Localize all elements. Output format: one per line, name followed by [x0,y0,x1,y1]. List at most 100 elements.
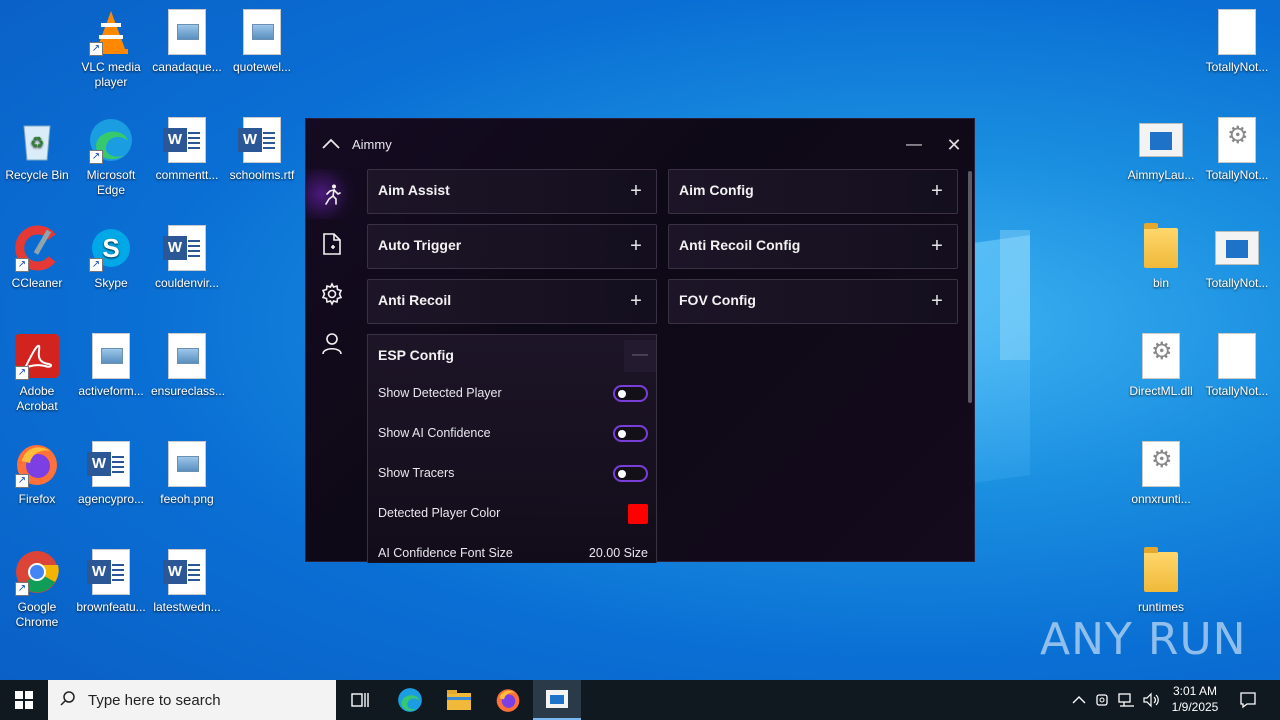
card-auto-trigger[interactable]: Auto Trigger + [367,224,657,269]
meet-now-icon[interactable] [1092,680,1114,720]
desktop-icon-file[interactable]: canadaque... [149,8,225,75]
card-title: ESP Config [378,347,454,363]
collapse-button[interactable]: — [624,340,656,372]
edge-icon [398,688,422,712]
card-aim-config[interactable]: Aim Config + [668,169,958,214]
runner-icon [325,184,341,205]
taskbar: 3:01 AM 1/9/2025 [0,680,1280,720]
card-anti-recoil-config[interactable]: Anti Recoil Config + [668,224,958,269]
desktop-icon-label: Recycle Bin [5,168,69,182]
desktop-icon-label: Google Chrome [15,600,59,629]
windows-logo-icon [15,691,33,709]
wallpaper-light-beam [1000,230,1030,360]
card-anti-recoil[interactable]: Anti Recoil + [367,279,657,324]
taskbar-edge[interactable] [386,680,434,720]
settings-file-icon: ⚙ [1137,440,1185,488]
taskbar-clock[interactable]: 3:01 AM 1/9/2025 [1160,683,1230,715]
desktop-icon-label: commentt... [155,168,219,182]
desktop-icon-label: ensureclass... [151,384,226,398]
svg-text:S: S [102,233,119,263]
firefox-icon [496,689,520,712]
setting-show-ai-confidence: Show AI Confidence [378,423,648,445]
start-button[interactable] [0,680,48,720]
taskbar-firefox[interactable] [484,680,532,720]
toggle-switch[interactable] [613,465,648,482]
aimmy-window: Aimmy — ✕ Aim Assist + Auto Trigger + An… [305,118,975,563]
desktop-icon-file[interactable]: AimmyLau... [1123,116,1199,183]
nav-models-menu[interactable] [306,219,358,269]
color-swatch[interactable] [628,504,648,524]
desktop-icon-edge[interactable]: ↗ Microsoft Edge [73,116,149,198]
taskbar-aimmy[interactable] [533,680,581,720]
close-button[interactable]: ✕ [942,133,966,157]
expand-icon[interactable]: + [626,180,646,202]
desktop-icon-file[interactable]: ⚙ onnxrunti... [1123,440,1199,507]
nav-account-menu[interactable] [306,319,358,369]
search-input[interactable] [88,691,328,709]
desktop-icon-file[interactable]: W agencypro... [73,440,149,507]
chevron-up-icon[interactable] [322,137,340,149]
desktop-icon-label: canadaque... [152,60,222,74]
toggle-switch[interactable] [613,425,648,442]
card-aim-assist[interactable]: Aim Assist + [367,169,657,214]
expand-icon[interactable]: + [626,235,646,257]
desktop-icon-file[interactable]: ensureclass... [149,332,225,399]
card-title: Anti Recoil [378,292,452,308]
desktop-icon-acrobat[interactable]: ↗ Adobe Acrobat [0,332,75,414]
desktop-icon-label: bin [1152,276,1169,290]
desktop-icon-folder[interactable]: runtimes [1123,547,1199,615]
desktop-icon-file[interactable]: TotallyNot... [1199,224,1275,291]
network-icon[interactable] [1116,680,1138,720]
taskbar-file-explorer[interactable] [435,680,483,720]
desktop-icon-firefox[interactable]: ↗ Firefox [0,440,75,507]
app-window-icon [1213,224,1261,272]
toggle-switch[interactable] [613,385,648,402]
task-view-button[interactable] [336,680,384,720]
side-nav [306,169,358,369]
window-titlebar[interactable]: Aimmy — ✕ [306,119,974,169]
desktop-icon-vlc[interactable]: ↗ VLC media player [73,8,149,90]
card-title: FOV Config [679,292,756,308]
desktop-icon-file[interactable]: W brownfeatu... [73,548,149,615]
desktop-icon-file[interactable]: W schoolms.rtf [224,116,300,183]
scrollbar-thumb[interactable] [968,171,972,403]
search-icon [48,690,88,711]
nav-settings-menu[interactable] [306,269,358,319]
desktop-icon-skype[interactable]: S ↗ Skype [73,224,149,291]
volume-icon[interactable] [1140,680,1162,720]
word-doc-icon: W [87,440,135,488]
desktop-icon-file[interactable]: W latestwedn... [149,548,225,615]
desktop-icon-ccleaner[interactable]: ↗ CCleaner [0,224,75,291]
desktop-icon-file[interactable]: TotallyNot... [1199,8,1275,75]
desktop-icon-label: VLC media player [81,60,141,89]
desktop-icon-file[interactable]: quotewel... [224,8,300,75]
desktop-icon-label: Skype [94,276,128,290]
desktop-icon-file[interactable]: ⚙ DirectML.dll [1123,332,1199,399]
notification-icon[interactable] [1234,680,1262,720]
expand-icon[interactable]: + [927,235,947,257]
desktop-icon-file[interactable]: W couldenvir... [149,224,225,291]
taskbar-search[interactable] [48,680,336,720]
chevron-up-icon[interactable] [1068,680,1090,720]
image-file-icon [163,440,211,488]
desktop-icon-file[interactable]: TotallyNot... [1199,332,1275,399]
desktop-icon-folder[interactable]: bin [1123,223,1199,291]
folder-icon [447,690,471,710]
expand-icon[interactable]: + [927,180,947,202]
desktop-icon-file[interactable]: feeoh.png [149,440,225,507]
desktop-icon-chrome[interactable]: ↗ Google Chrome [0,548,75,630]
desktop-icon-label: AimmyLau... [1127,168,1195,182]
desktop-icon-file[interactable]: activeform... [73,332,149,399]
desktop-icon-recycle-bin[interactable]: ♻ Recycle Bin [0,116,75,183]
nav-aim-menu[interactable] [306,169,358,219]
setting-label: Show AI Confidence [378,426,491,440]
desktop-icon-label: DirectML.dll [1129,384,1193,398]
minimize-button[interactable]: — [902,133,926,157]
document-icon [323,233,341,255]
folder-icon [1137,223,1185,272]
expand-icon[interactable]: + [626,290,646,312]
expand-icon[interactable]: + [927,290,947,312]
desktop-icon-file[interactable]: ⚙ TotallyNot... [1199,116,1275,183]
card-fov-config[interactable]: FOV Config + [668,279,958,324]
desktop-icon-file[interactable]: W commentt... [149,116,225,183]
